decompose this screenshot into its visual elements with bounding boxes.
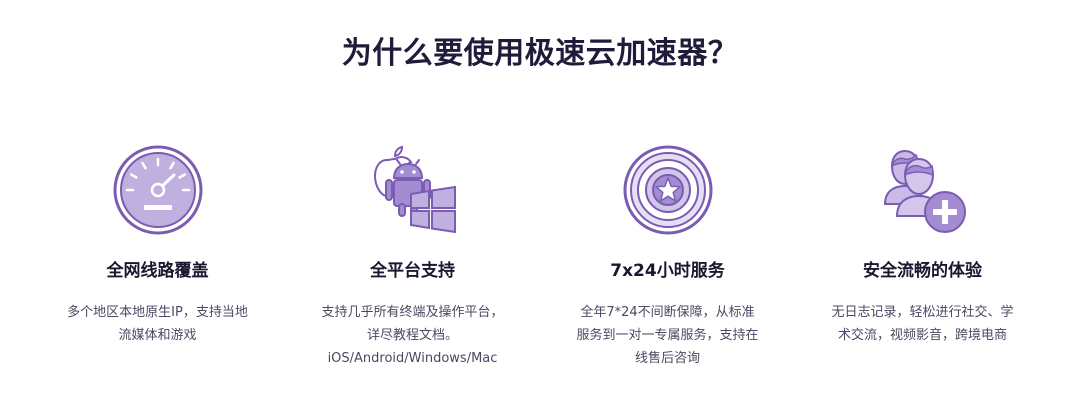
speedometer-icon: [108, 140, 208, 240]
shield-star-icon: [618, 140, 718, 240]
page-title: 为什么要使用极速云加速器？: [341, 36, 739, 71]
feature-description: 全年7*24不间断保障，从标准 服务到一对一专属服务，支持在 线售后咨询: [576, 305, 759, 366]
feature-title: 7x24小时服务: [610, 261, 725, 281]
feature-title: 安全流畅的体验: [863, 261, 982, 281]
feature-description: 多个地区本地原生IP，支持当地 流媒体和游戏: [67, 305, 248, 343]
feature-experience: 安全流畅的体验 无日志记录，轻松进行社交、学 术交流，视频影音，跨境电商: [795, 140, 1050, 370]
feature-service: 7x24小时服务 全年7*24不间断保障，从标准 服务到一对一专属服务，支持在 …: [540, 140, 795, 370]
feature-platforms: 全平台支持 支持几乎所有终端及操作平台， 详尽教程文档。 iOS/Android…: [285, 140, 540, 370]
feature-description: 支持几乎所有终端及操作平台， 详尽教程文档。 iOS/Android/Windo…: [321, 305, 504, 366]
platforms-icon: [363, 140, 463, 240]
users-plus-icon: [873, 140, 973, 240]
feature-title: 全平台支持: [370, 261, 455, 281]
feature-coverage: 全网线路覆盖 多个地区本地原生IP，支持当地 流媒体和游戏: [30, 140, 285, 370]
features-row: 全网线路覆盖 多个地区本地原生IP，支持当地 流媒体和游戏 全平台支持 支持几乎…: [30, 140, 1050, 370]
feature-description: 无日志记录，轻松进行社交、学 术交流，视频影音，跨境电商: [831, 305, 1014, 343]
feature-title: 全网线路覆盖: [106, 261, 209, 281]
